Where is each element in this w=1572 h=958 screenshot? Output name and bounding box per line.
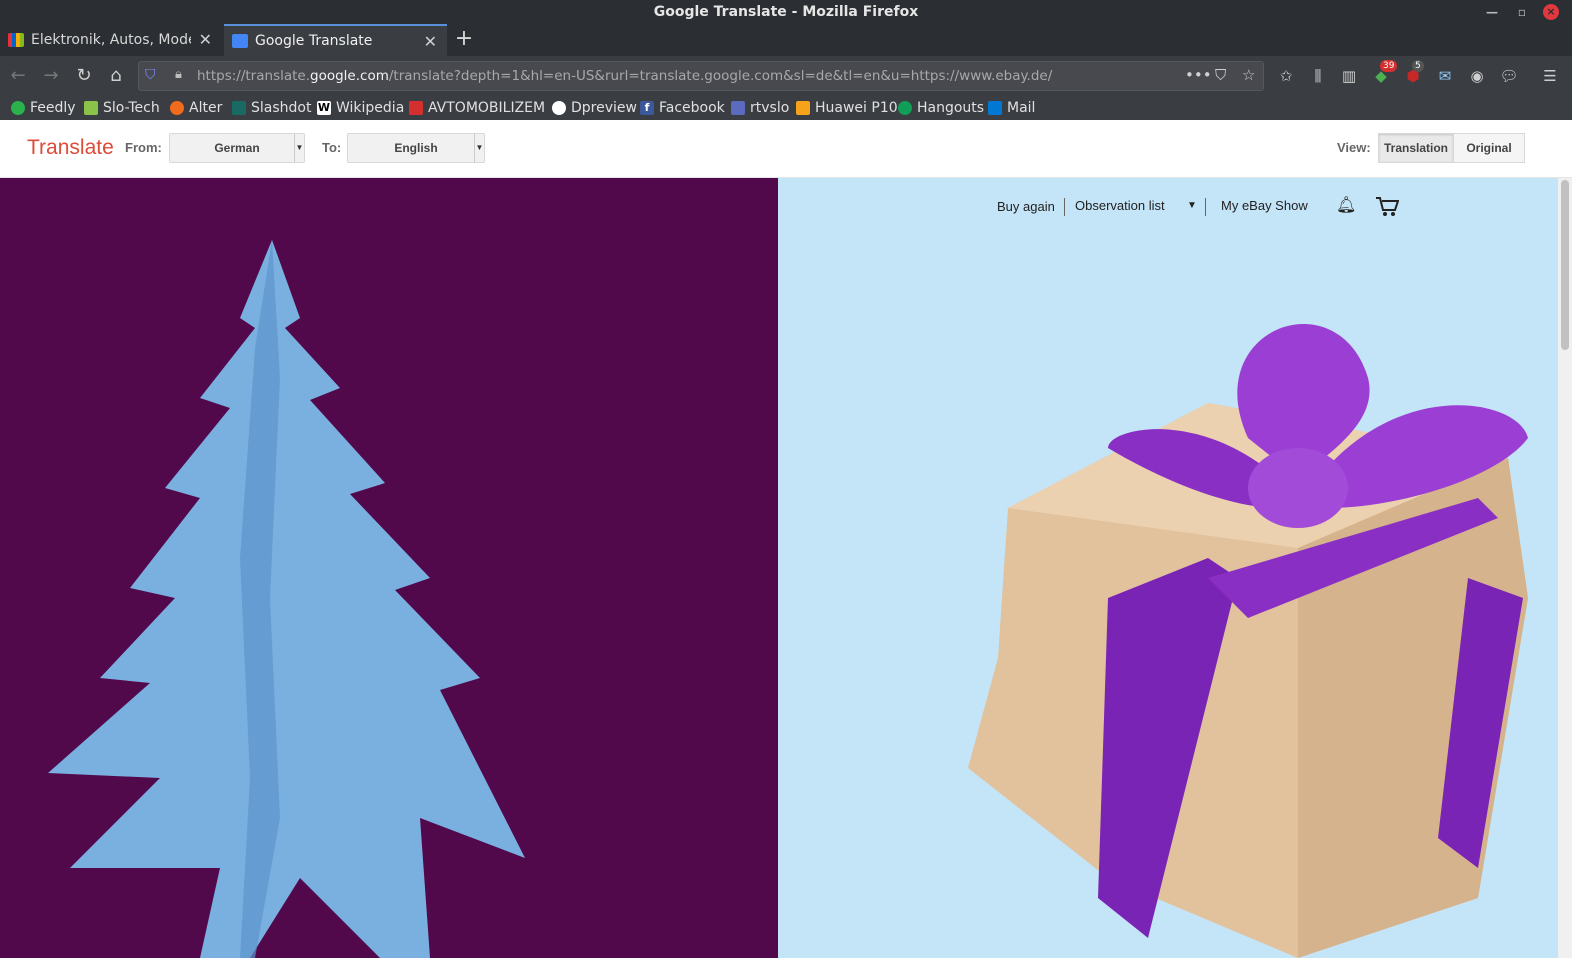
reload-icon[interactable]: ↻ — [72, 64, 96, 88]
tab-google-translate[interactable]: Google Translate ✕ — [224, 24, 447, 56]
bookmark-dpreview[interactable]: Dpreview — [552, 98, 637, 118]
rtvslo-icon — [731, 101, 745, 115]
dropdown-arrow-icon: ▼ — [294, 134, 304, 162]
page-scrollbar[interactable] — [1558, 178, 1572, 958]
url-text[interactable]: https://translate.google.com/translate?d… — [197, 68, 1052, 84]
paper-christmas-tree-image — [48, 240, 525, 958]
tab-label: Google Translate — [255, 33, 373, 49]
url-bar[interactable]: ⛉ 🔒︎ https://translate.google.com/transl… — [138, 61, 1264, 91]
christmas-tree-banner[interactable] — [0, 178, 778, 958]
hangouts-icon — [898, 101, 912, 115]
slashdot-icon — [232, 101, 246, 115]
new-tab-icon[interactable]: + — [453, 26, 475, 51]
close-tab-icon[interactable]: ✕ — [424, 32, 437, 51]
to-language-select[interactable]: English ▼ — [347, 133, 485, 163]
bookmark-rtvslo[interactable]: rtvslo — [731, 98, 789, 118]
navigation-toolbar: ← → ↻ ⌂ ⛉ 🔒︎ https://translate.google.co… — [0, 56, 1572, 96]
tab-label: Elektronik, Autos, Mode, Sammeln — [31, 32, 191, 48]
home-icon[interactable]: ⌂ — [104, 64, 128, 88]
translate-toolbar: Translate From: German ▼ To: English ▼ V… — [0, 120, 1572, 178]
close-window-icon[interactable]: × — [1543, 4, 1559, 20]
dpreview-icon — [552, 101, 566, 115]
dropdown-arrow-icon: ▼ — [474, 134, 484, 162]
facebook-icon: f — [640, 101, 654, 115]
outlook-icon — [988, 101, 1002, 115]
buy-again-link[interactable]: Buy again — [997, 199, 1055, 214]
notification-bell-icon[interactable]: 🔔︎ — [1336, 195, 1356, 215]
bookmark-avtomobilizem[interactable]: AVTOMOBILIZEM — [409, 98, 545, 118]
ublock-icon[interactable]: ⬢ 5 — [1403, 60, 1424, 86]
avtomobilizem-icon — [409, 101, 423, 115]
from-label: From: — [125, 140, 162, 155]
pocket-icon[interactable]: ⛉ — [1215, 66, 1226, 84]
bookmark-feedly[interactable]: Feedly — [11, 98, 76, 118]
close-tab-icon[interactable]: ✕ — [199, 30, 212, 49]
gift-banner[interactable]: Buy again Observation list ▼ My eBay Sho… — [778, 178, 1558, 958]
window-titlebar: Google Translate - Mozilla Firefox — ▫ × — [0, 0, 1572, 24]
translate-logo[interactable]: Translate — [27, 136, 114, 160]
mail-icon[interactable]: ✉ — [1435, 66, 1455, 86]
divider — [1205, 198, 1206, 216]
sidebar-icon[interactable]: ▥ — [1339, 66, 1359, 86]
my-ebay-link[interactable]: My eBay Show — [1221, 198, 1308, 213]
xda-icon — [796, 101, 810, 115]
bookmark-huawei-p10[interactable]: Huawei P10 — [796, 98, 898, 118]
bookmark-slo-tech[interactable]: Slo-Tech — [84, 98, 160, 118]
forward-arrow-icon[interactable]: → — [39, 64, 63, 88]
chevron-down-icon[interactable]: ▼ — [1187, 200, 1197, 211]
bookmark-facebook[interactable]: f Facebook — [640, 98, 725, 118]
bookmark-hangouts[interactable]: Hangouts — [898, 98, 984, 118]
maximize-icon[interactable]: ▫ — [1514, 4, 1530, 20]
observation-list-link[interactable]: Observation list — [1075, 198, 1165, 213]
library-icon[interactable]: ⫼ — [1308, 66, 1328, 86]
feedly-icon — [11, 101, 25, 115]
view-original-button[interactable]: Original — [1453, 133, 1525, 163]
shopping-cart-icon[interactable] — [1375, 195, 1399, 217]
gift-box-image — [968, 324, 1528, 958]
wikipedia-icon: W — [317, 101, 331, 115]
bookmark-alter[interactable]: Alter — [170, 98, 222, 118]
chat-icon[interactable]: 💬︎ — [1499, 66, 1519, 86]
bookmark-star-icon[interactable]: ☆ — [1242, 66, 1255, 84]
bookmarks-star-icon[interactable]: ✩ — [1276, 66, 1296, 86]
back-arrow-icon[interactable]: ← — [6, 64, 30, 88]
lock-icon[interactable]: 🔒︎ — [175, 67, 182, 82]
view-translation-button[interactable]: Translation — [1378, 133, 1454, 163]
account-icon[interactable]: ◉ — [1467, 66, 1487, 86]
badge-count: 5 — [1412, 60, 1424, 72]
tab-bar: Elektronik, Autos, Mode, Sammeln ✕ Googl… — [0, 24, 1572, 56]
tab-ebay[interactable]: Elektronik, Autos, Mode, Sammeln ✕ — [0, 24, 222, 56]
ebay-favicon-icon — [8, 33, 24, 47]
window-title: Google Translate - Mozilla Firefox — [653, 4, 919, 20]
bookmark-slashdot[interactable]: Slashdot — [232, 98, 311, 118]
view-label: View: — [1337, 140, 1371, 155]
divider — [1064, 198, 1065, 216]
google-translate-favicon-icon — [232, 34, 248, 48]
slo-tech-icon — [84, 101, 98, 115]
menu-icon[interactable]: ☰ — [1540, 66, 1560, 86]
alter-icon — [170, 101, 184, 115]
minimize-icon[interactable]: — — [1484, 4, 1500, 20]
translated-page: Buy again Observation list ▼ My eBay Sho… — [0, 178, 1572, 958]
badge-count: 39 — [1380, 60, 1398, 72]
from-language-select[interactable]: German ▼ — [169, 133, 305, 163]
to-label: To: — [322, 140, 342, 155]
tracking-shield-icon[interactable]: ⛉ — [145, 67, 159, 85]
page-actions-icon[interactable]: ••• — [1185, 66, 1212, 84]
bookmark-wikipedia[interactable]: W Wikipedia — [317, 98, 404, 118]
bookmark-mail[interactable]: Mail — [988, 98, 1035, 118]
scrollbar-thumb[interactable] — [1561, 180, 1569, 350]
bookmarks-toolbar: Feedly Slo-Tech Alter Slashdot W Wikipedi… — [0, 96, 1572, 120]
extension-green-icon[interactable]: ◆ 39 — [1371, 60, 1398, 86]
